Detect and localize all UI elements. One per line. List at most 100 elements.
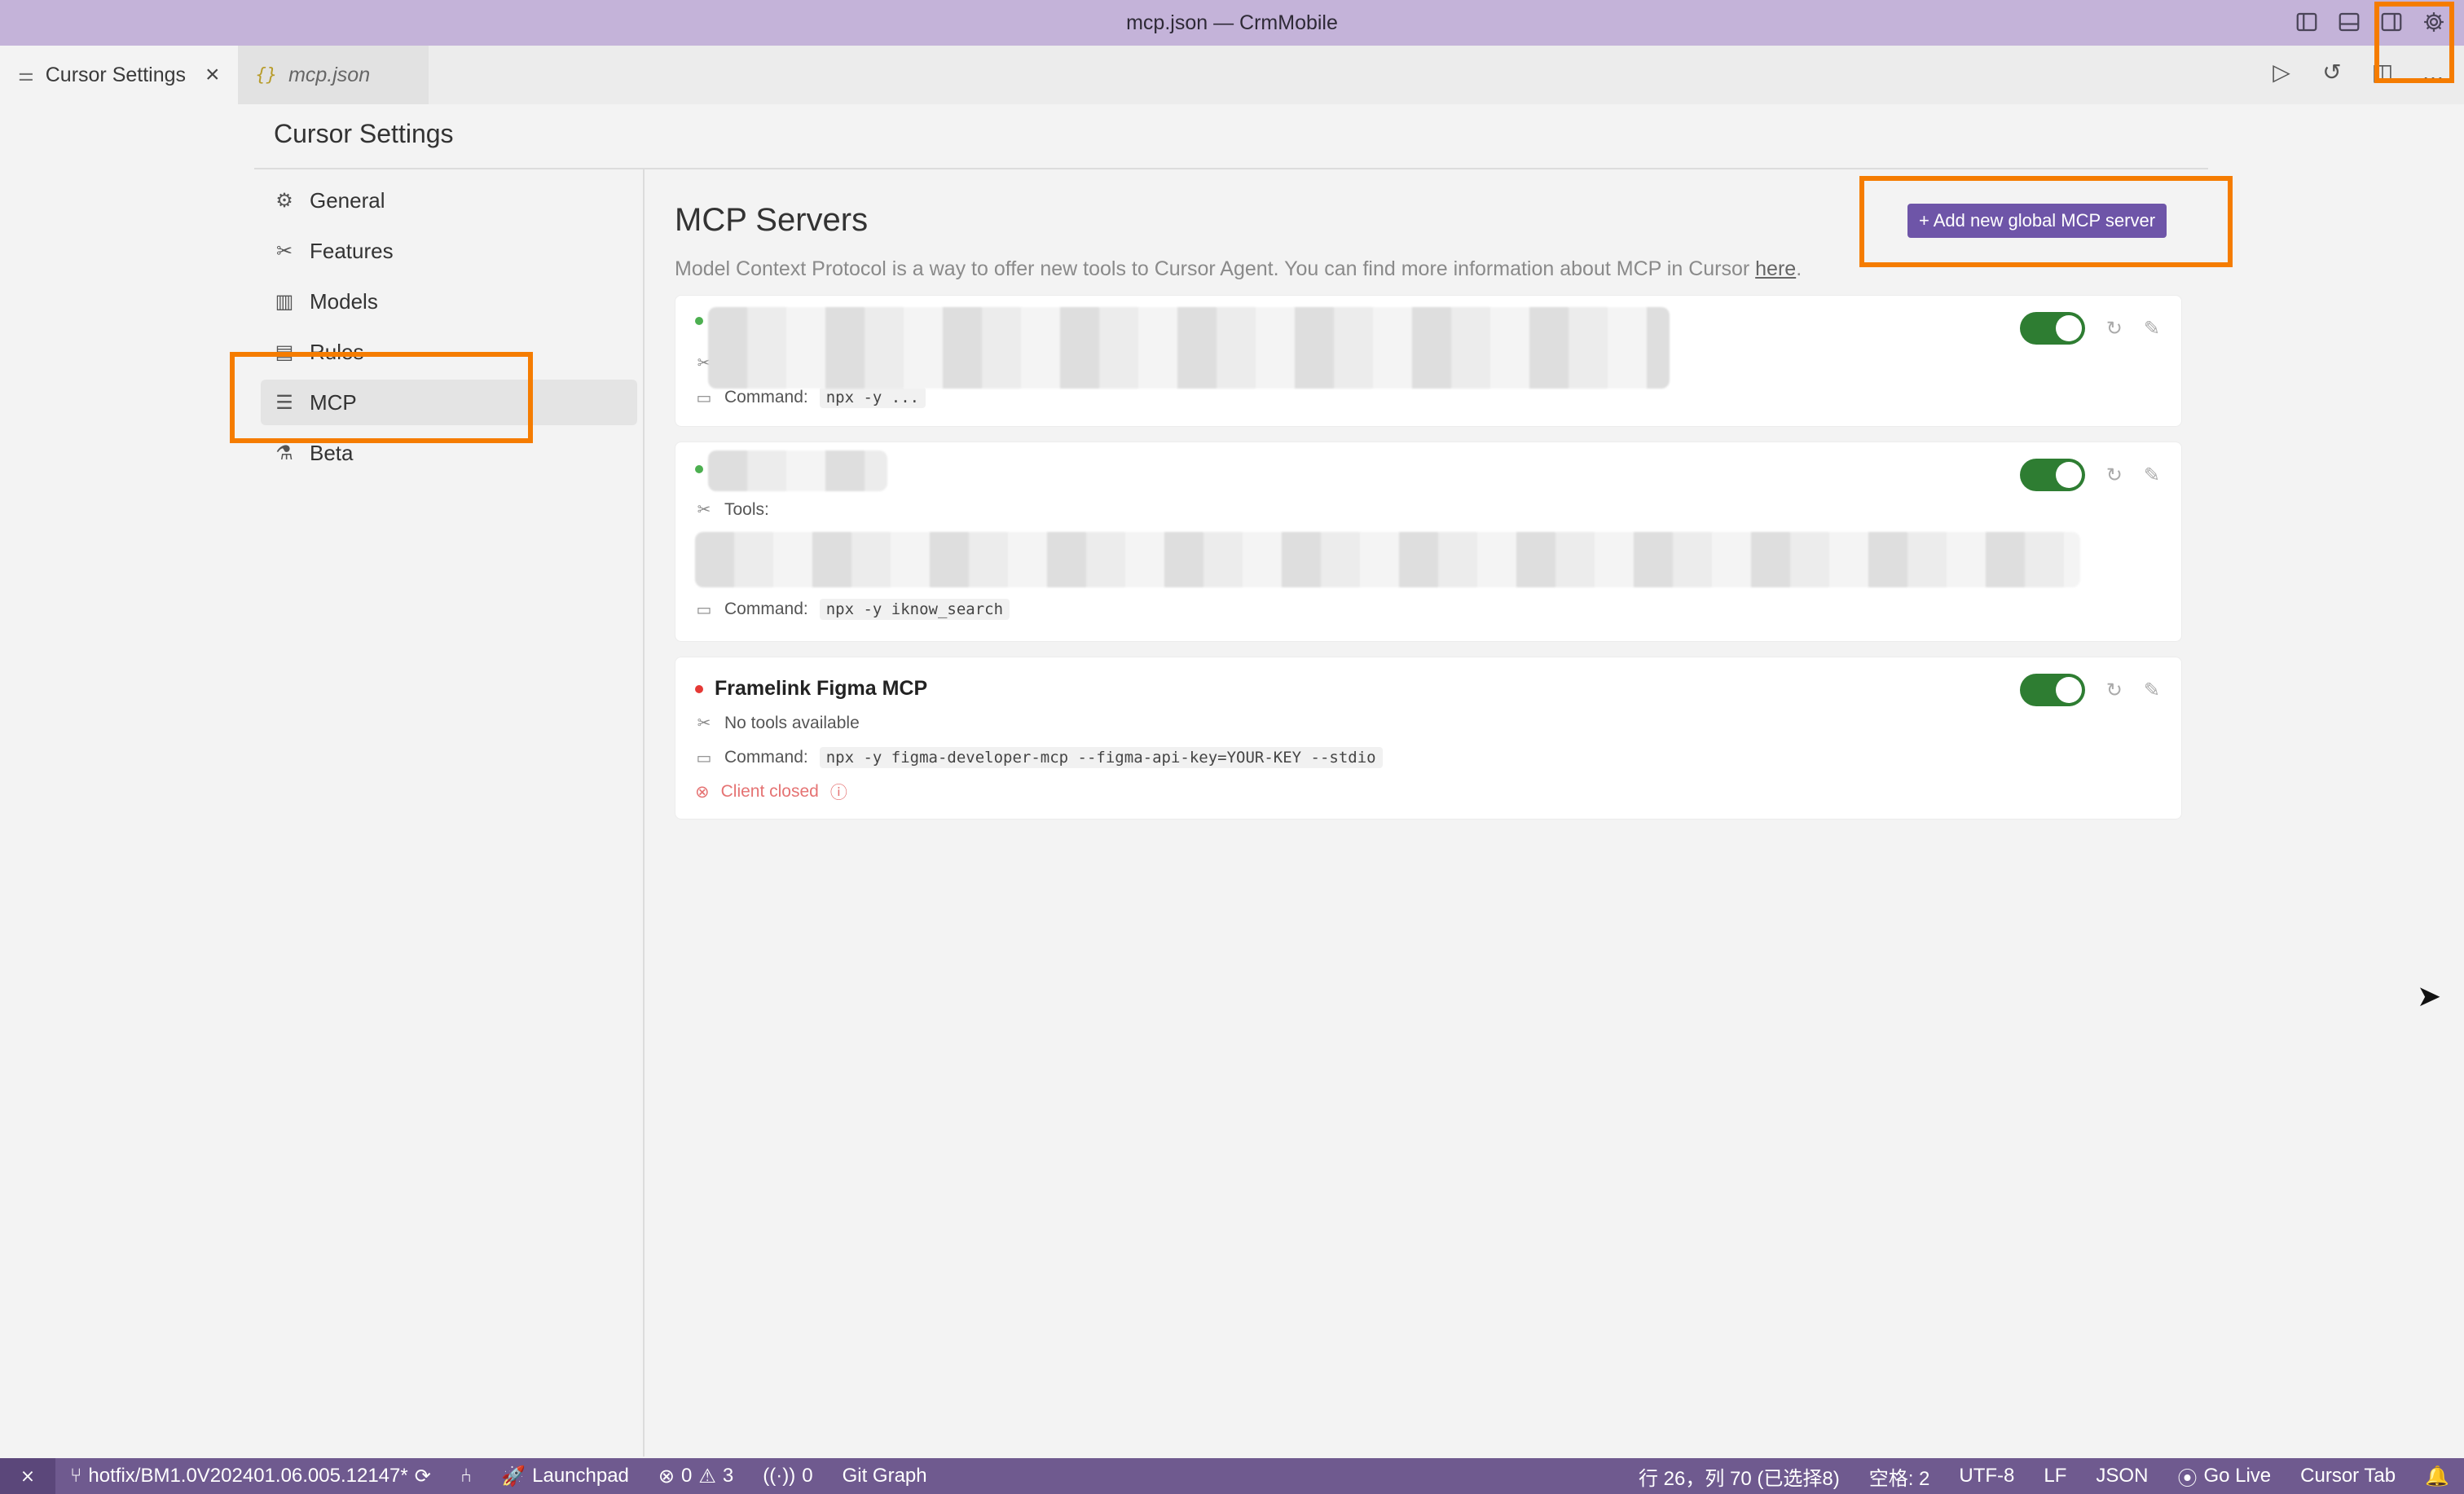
warning-icon: ⚠ [698, 1465, 716, 1487]
command-row: ▭ Command: npx -y figma-developer-mcp --… [695, 747, 1383, 768]
divider [254, 168, 2208, 169]
refresh-icon[interactable]: ↻ [2106, 317, 2123, 341]
server-enable-toggle[interactable] [2019, 312, 2085, 345]
sidebar-item-features[interactable]: ✂ Features [261, 228, 637, 274]
language-mode[interactable]: JSON [2081, 1465, 2163, 1487]
command-row: ▭ Command: npx -y ... [695, 387, 926, 408]
refresh-icon[interactable]: ↻ [2106, 679, 2123, 702]
redacted-region [708, 307, 1670, 389]
go-live-label: Go Live [2203, 1465, 2272, 1487]
sidebar-item-general[interactable]: ⚙ General [261, 178, 637, 223]
edit-pencil-icon[interactable]: ✎ [2144, 679, 2160, 702]
mouse-pointer-icon: ➤ [2417, 979, 2442, 1013]
command-row: ▭ Command: npx -y iknow_search [695, 599, 1010, 620]
error-circle-icon: ⊗ [695, 782, 710, 802]
sidebar-item-label: General [310, 187, 385, 213]
description-period: . [1796, 257, 1802, 280]
terminal-icon: ▭ [696, 749, 712, 767]
sidebar-item-models[interactable]: ▥ Models [261, 279, 637, 324]
docs-link[interactable]: here [1755, 257, 1796, 280]
tab-label: mcp.json [288, 63, 371, 86]
run-icon[interactable]: ▷ [2267, 59, 2296, 86]
info-icon[interactable]: ⓘ [830, 780, 847, 804]
encoding[interactable]: UTF-8 [1944, 1465, 2029, 1487]
mcp-server-card: Framelink Figma MCP ✂ No tools available… [675, 657, 2182, 820]
command-label: Command: [724, 600, 808, 618]
sidebar-item-label: Beta [310, 440, 354, 465]
window-title: mcp.json — CrmMobile [1126, 11, 1338, 34]
git-branch[interactable]: ⑂ hotfix/BM1.0V202401.06.005.12147* ⟳ [55, 1465, 446, 1488]
ports-count: 0 [802, 1465, 813, 1487]
remote-indicator-icon[interactable]: ⨯ [0, 1458, 55, 1494]
gear-icon: ⚙ [275, 189, 293, 212]
server-header [695, 465, 703, 473]
server-enable-toggle[interactable] [2019, 674, 2085, 706]
end-of-line[interactable]: LF [2029, 1465, 2081, 1487]
terminal-icon: ▭ [696, 600, 712, 619]
rocket-icon: 🚀 [501, 1465, 526, 1487]
history-icon[interactable]: ↺ [2317, 59, 2347, 86]
error-count: 0 [681, 1465, 693, 1487]
status-dot [695, 317, 703, 325]
launchpad[interactable]: 🚀 Launchpad [486, 1465, 644, 1488]
command-value: npx -y iknow_search [819, 599, 1010, 620]
divider [643, 169, 645, 1457]
server-enable-toggle[interactable] [2019, 459, 2085, 491]
status-bar: ⨯ ⑂ hotfix/BM1.0V202401.06.005.12147* ⟳ … [0, 1458, 2464, 1494]
sidebar-item-label: Models [310, 288, 378, 314]
broadcast-icon: ((·)) [763, 1465, 796, 1487]
chart-icon: ▥ [275, 290, 294, 313]
close-icon[interactable]: × [205, 61, 220, 89]
go-live-button[interactable]: ⦿ Go Live [2163, 1462, 2286, 1491]
tab-mcp-json[interactable]: {} mcp.json [237, 46, 429, 104]
tools-row: ✂ No tools available [695, 713, 860, 733]
page-title: MCP Servers [675, 202, 869, 238]
git-graph-button[interactable]: Git Graph [828, 1465, 942, 1487]
toggle-primary-sidebar-icon[interactable] [2293, 8, 2321, 36]
command-value: npx -y figma-developer-mcp --figma-api-k… [819, 747, 1383, 768]
tools-icon: ✂ [697, 714, 711, 732]
cursor-position[interactable]: 行 26，列 70 (已选择8) [1624, 1462, 1855, 1491]
tools-text: No tools available [724, 713, 860, 732]
tab-cursor-settings[interactable]: ⚌ Cursor Settings × [0, 46, 238, 104]
edit-pencil-icon[interactable]: ✎ [2144, 317, 2160, 341]
mcp-server-card: ✂ ▭ Command: npx -y ... ↻ ✎ [675, 295, 2182, 427]
broadcast-icon: ⦿ [2177, 1467, 2198, 1490]
status-bar-right: 行 26，列 70 (已选择8) 空格: 2 UTF-8 LF JSON ⦿ G… [1624, 1462, 2464, 1491]
toggle-panel-icon[interactable] [2335, 8, 2363, 36]
page-description: Model Context Protocol is a way to offer… [675, 257, 1802, 281]
settings-sliders-icon: ⚌ [18, 64, 34, 85]
branch-icon: ⑂ [70, 1465, 82, 1487]
redacted-region [695, 532, 2080, 587]
tools-label: Tools: [724, 499, 769, 519]
status-dot [695, 684, 703, 693]
edit-pencil-icon[interactable]: ✎ [2144, 464, 2160, 487]
highlight-box-add-button [1859, 176, 2233, 267]
title-bar: mcp.json — CrmMobile [0, 0, 2464, 46]
sync-icon[interactable]: ⟳ [415, 1465, 431, 1488]
terminal-icon: ▭ [696, 389, 712, 407]
flask-icon: ⚗ [275, 442, 293, 464]
refresh-icon[interactable]: ↻ [2106, 464, 2123, 487]
settings-page-title: Cursor Settings [274, 119, 454, 148]
status-dot [695, 465, 703, 473]
cursor-tab-button[interactable]: Cursor Tab [2286, 1465, 2410, 1487]
ports-indicator[interactable]: ((·)) 0 [748, 1465, 827, 1487]
server-controls: ↻ ✎ [2019, 459, 2160, 491]
command-label: Command: [724, 388, 808, 406]
sidebar-item-label: Features [310, 238, 394, 263]
notifications-bell-icon[interactable]: 🔔 [2410, 1465, 2464, 1488]
redacted-region [708, 450, 887, 491]
editor-tab-bar: ⚌ Cursor Settings × {} mcp.json ▷ ↺ ◫ … [0, 46, 2464, 104]
warning-count: 3 [722, 1465, 734, 1487]
highlight-box-mcp-nav [230, 352, 533, 443]
mcp-server-card: ✂ Tools: search-irescloud_knowledge ▭ Co… [675, 442, 2182, 642]
error-icon: ⊗ [658, 1465, 675, 1487]
problems-indicator[interactable]: ⊗ 0 ⚠ 3 [644, 1465, 748, 1488]
indentation[interactable]: 空格: 2 [1855, 1462, 1945, 1491]
description-text: Model Context Protocol is a way to offer… [675, 257, 1756, 280]
json-file-icon: {} [255, 64, 278, 86]
launchpad-label: Launchpad [532, 1465, 629, 1487]
command-label: Command: [724, 748, 808, 767]
source-control-icon[interactable]: ⑃ [446, 1465, 486, 1487]
